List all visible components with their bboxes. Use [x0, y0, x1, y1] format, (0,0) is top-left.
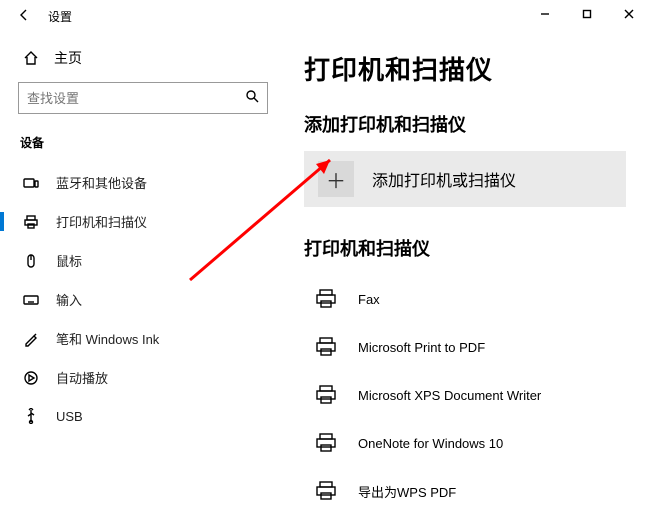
printer-label: 导出为WPS PDF [358, 482, 456, 501]
titlebar: 设置 [0, 0, 650, 32]
back-button[interactable] [8, 8, 40, 25]
mouse-icon [22, 252, 40, 270]
home-icon [22, 49, 40, 67]
sidebar-item-label: USB [56, 409, 83, 424]
sidebar-item-bluetooth[interactable]: 蓝牙和其他设备 [18, 163, 268, 202]
printer-icon [312, 477, 340, 505]
printer-icon [22, 213, 40, 231]
printer-label: Microsoft Print to PDF [358, 340, 485, 355]
page-heading: 打印机和扫描仪 [304, 50, 626, 87]
plus-icon: ＋ [318, 161, 354, 197]
sidebar-item-printers[interactable]: 打印机和扫描仪 [18, 202, 268, 241]
app-title: 设置 [48, 8, 72, 25]
printer-item[interactable]: Microsoft Print to PDF [304, 323, 626, 371]
sidebar-item-label: 打印机和扫描仪 [56, 212, 147, 231]
sidebar-item-autoplay[interactable]: 自动播放 [18, 358, 268, 397]
sidebar: 主页 设备 蓝牙和其他设备 打印机和扫描仪 鼠标 [0, 32, 280, 509]
add-section-heading: 添加打印机和扫描仪 [304, 111, 626, 137]
list-heading: 打印机和扫描仪 [304, 235, 626, 261]
pen-icon [22, 330, 40, 348]
search-box[interactable] [18, 82, 268, 114]
printer-label: OneNote for Windows 10 [358, 436, 503, 451]
printer-item[interactable]: Fax [304, 275, 626, 323]
devices-icon [22, 174, 40, 192]
sidebar-item-mouse[interactable]: 鼠标 [18, 241, 268, 280]
sidebar-item-label: 笔和 Windows Ink [56, 329, 159, 348]
home-nav[interactable]: 主页 [18, 40, 268, 82]
close-button[interactable] [608, 0, 650, 28]
printer-icon [312, 429, 340, 457]
printer-label: Fax [358, 292, 380, 307]
usb-icon [22, 407, 40, 425]
printer-item[interactable]: Microsoft XPS Document Writer [304, 371, 626, 419]
sidebar-item-label: 自动播放 [56, 368, 108, 387]
sidebar-item-label: 输入 [56, 290, 82, 309]
sidebar-item-typing[interactable]: 输入 [18, 280, 268, 319]
keyboard-icon [22, 291, 40, 309]
search-icon [245, 89, 259, 108]
home-label: 主页 [54, 48, 82, 68]
printer-item[interactable]: OneNote for Windows 10 [304, 419, 626, 467]
minimize-button[interactable] [524, 0, 566, 28]
sidebar-item-pen[interactable]: 笔和 Windows Ink [18, 319, 268, 358]
sidebar-item-label: 鼠标 [56, 251, 82, 270]
sidebar-item-label: 蓝牙和其他设备 [56, 173, 147, 192]
maximize-button[interactable] [566, 0, 608, 28]
printer-item[interactable]: 导出为WPS PDF [304, 467, 626, 509]
add-printer-label: 添加打印机或扫描仪 [372, 167, 516, 191]
sidebar-item-usb[interactable]: USB [18, 397, 268, 435]
search-input[interactable] [27, 91, 245, 106]
group-header: 设备 [20, 134, 268, 151]
printer-label: Microsoft XPS Document Writer [358, 388, 541, 403]
autoplay-icon [22, 369, 40, 387]
printer-icon [312, 381, 340, 409]
window-controls [524, 0, 650, 28]
printer-icon [312, 285, 340, 313]
add-printer-button[interactable]: ＋ 添加打印机或扫描仪 [304, 151, 626, 207]
printer-icon [312, 333, 340, 361]
main-content: 打印机和扫描仪 添加打印机和扫描仪 ＋ 添加打印机或扫描仪 打印机和扫描仪 Fa… [280, 32, 650, 509]
